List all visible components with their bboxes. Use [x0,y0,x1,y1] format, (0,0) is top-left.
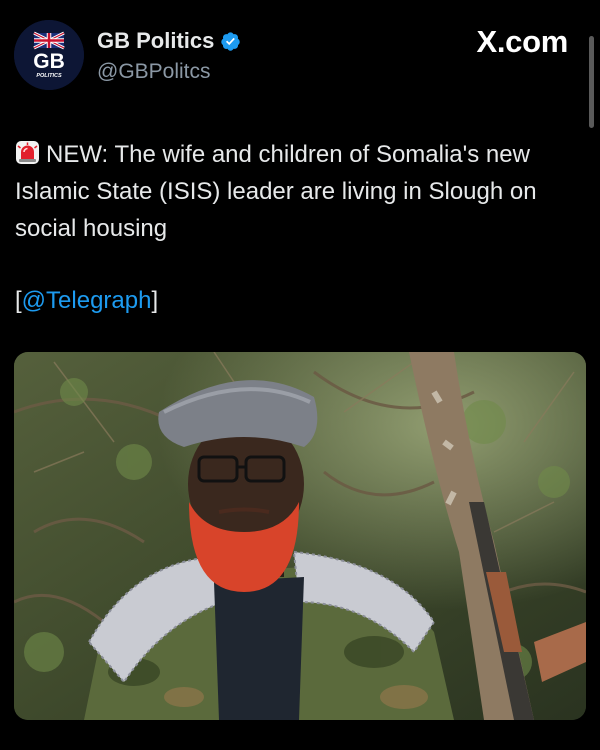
source-label: X.com [476,24,568,59]
tweet-media[interactable] [14,352,586,720]
author-handle[interactable]: @GBPolitcs [97,60,241,84]
tweet-text: NEW: The wife and children of Somalia's … [15,136,575,247]
mention-close-bracket: ] [151,287,159,314]
mention-open-bracket: [ [15,287,22,314]
mention-line: [@Telegraph] [15,282,158,319]
avatar-subtext: POLITICS [36,73,62,79]
avatar-text: GB [33,50,65,73]
photo-man-in-forest-with-rifle [14,352,586,720]
mention-link[interactable]: @Telegraph [22,287,152,314]
tweet-card: GB POLITICS GB Politics @GBPolitcs X.com [0,0,600,750]
gb-politics-logo-icon: GB POLITICS [14,20,84,90]
name-row: GB Politics [97,28,241,54]
rotating-light-siren-icon [15,139,40,164]
verified-badge-icon [220,31,241,52]
author-block: GB Politics @GBPolitcs [97,28,241,84]
scrollbar[interactable] [589,36,594,128]
avatar[interactable]: GB POLITICS [14,20,84,90]
tweet-body: NEW: The wife and children of Somalia's … [15,141,537,242]
display-name[interactable]: GB Politics [97,28,214,54]
